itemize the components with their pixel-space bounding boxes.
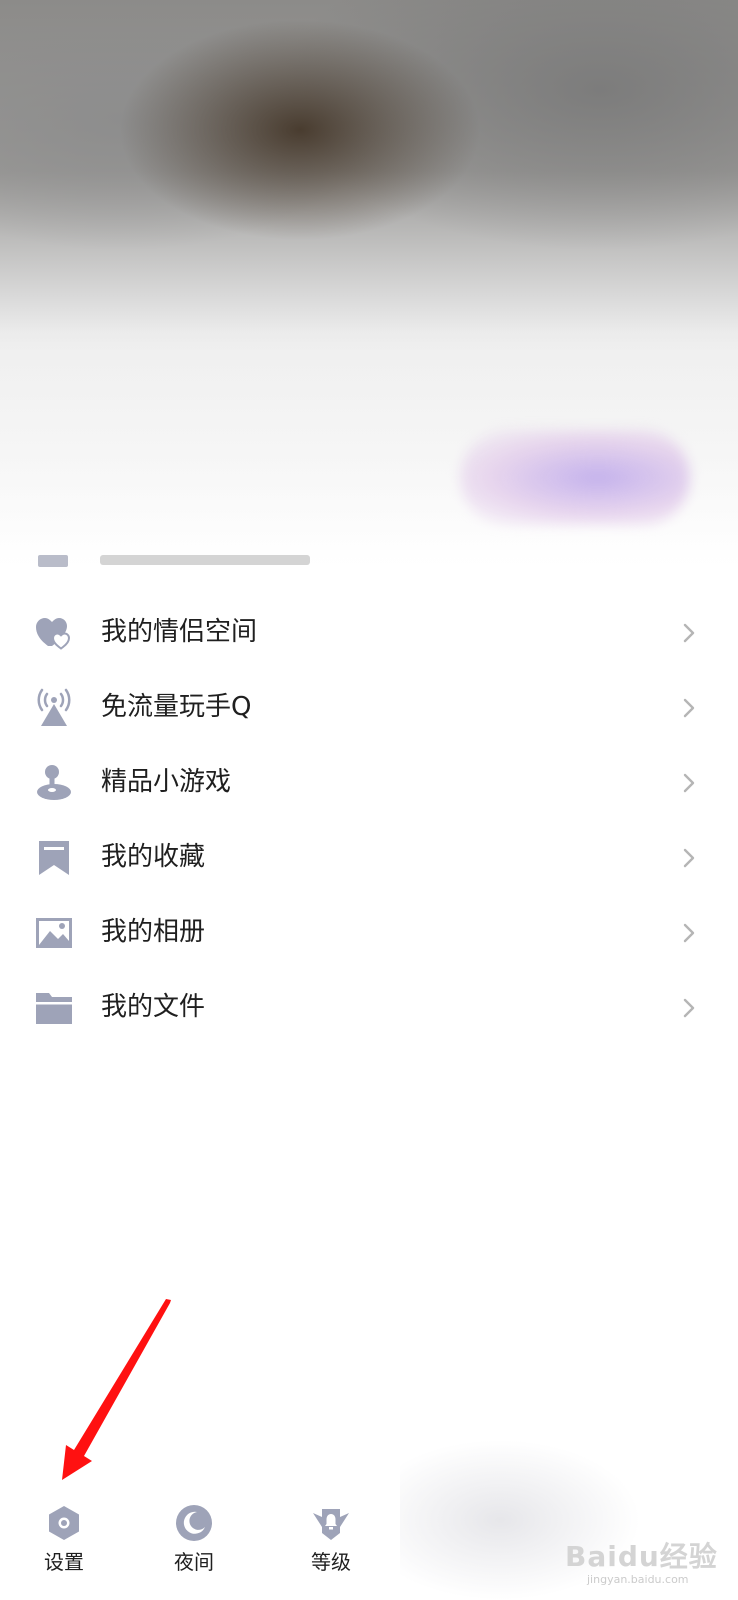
partially-hidden-item-label <box>100 555 310 565</box>
signal-tower-icon <box>37 688 71 726</box>
baidu-jingyan-watermark: Baidu经验 jingyan.baidu.com <box>565 1535 725 1590</box>
bookmark-icon <box>39 841 69 875</box>
night-mode-button[interactable]: 夜间 <box>159 1495 229 1585</box>
blurred-profile-header <box>0 0 738 570</box>
menu-item-label: 我的情侣空间 <box>101 617 258 647</box>
chevron-right-icon <box>683 923 695 943</box>
menu-item-couple-space[interactable]: 我的情侣空间 <box>0 595 738 670</box>
menu-item-label: 我的相册 <box>101 917 206 947</box>
menu-item-photo-album[interactable]: 我的相册 <box>0 895 738 970</box>
photo-album-icon <box>36 918 72 948</box>
menu-item-free-data[interactable]: 免流量玩手Q <box>0 670 738 745</box>
chevron-right-icon <box>683 623 695 643</box>
chevron-right-icon <box>683 773 695 793</box>
chevron-right-icon <box>683 998 695 1018</box>
blurred-badge <box>460 430 690 525</box>
menu-item-files[interactable]: 我的文件 <box>0 970 738 1045</box>
moon-icon <box>176 1505 212 1541</box>
menu-item-label: 我的收藏 <box>101 842 206 872</box>
folder-icon <box>36 993 72 1024</box>
level-label: 等级 <box>311 1550 351 1574</box>
menu-item-favorites[interactable]: 我的收藏 <box>0 820 738 895</box>
settings-gear-icon <box>49 1506 79 1540</box>
watermark-main-text: Baidu经验 <box>565 1540 718 1573</box>
couple-heart-icon <box>36 618 71 650</box>
level-button[interactable]: 等级 <box>296 1495 366 1585</box>
winged-badge-icon <box>313 1509 349 1540</box>
night-mode-label: 夜间 <box>174 1550 214 1574</box>
menu-item-label: 精品小游戏 <box>101 767 232 797</box>
menu-item-label: 我的文件 <box>101 992 206 1022</box>
settings-button[interactable]: 设置 <box>29 1495 99 1585</box>
chevron-right-icon <box>683 698 695 718</box>
game-joystick-icon <box>37 765 71 800</box>
drawer-menu-list: 我的情侣空间 免流量玩手Q 精品小游戏 我的收藏 我的相册 我的文件 <box>0 595 738 1045</box>
chevron-right-icon <box>683 848 695 868</box>
menu-item-mini-games[interactable]: 精品小游戏 <box>0 745 738 820</box>
settings-label: 设置 <box>44 1550 84 1574</box>
partially-hidden-item-icon <box>38 555 68 567</box>
menu-item-label: 免流量玩手Q <box>101 692 252 722</box>
